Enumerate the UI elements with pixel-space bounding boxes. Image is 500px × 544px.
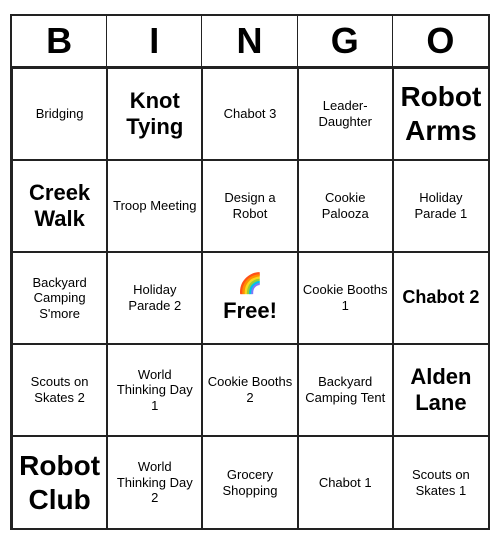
bingo-cell: Backyard Camping S'more bbox=[12, 252, 107, 344]
cell-text: Chabot 2 bbox=[402, 287, 479, 309]
header-letter: B bbox=[12, 16, 107, 66]
cell-text: Bridging bbox=[36, 106, 84, 122]
cell-text: Scouts on Skates 2 bbox=[17, 374, 102, 405]
cell-text: Cookie Booths 2 bbox=[207, 374, 292, 405]
header-letter: O bbox=[393, 16, 488, 66]
cell-text: Cookie Palooza bbox=[303, 190, 388, 221]
bingo-cell: Scouts on Skates 1 bbox=[393, 436, 488, 528]
cell-text: Creek Walk bbox=[17, 180, 102, 233]
bingo-cell: Grocery Shopping bbox=[202, 436, 297, 528]
cell-text: Holiday Parade 2 bbox=[112, 282, 197, 313]
bingo-cell: Chabot 3 bbox=[202, 68, 297, 160]
bingo-cell: Design a Robot bbox=[202, 160, 297, 252]
cell-text: Robot Arms bbox=[398, 80, 484, 147]
bingo-cell: Leader-Daughter bbox=[298, 68, 393, 160]
bingo-cell: World Thinking Day 1 bbox=[107, 344, 202, 436]
bingo-grid: Bridging Knot Tying Chabot 3 Leader-Daughte… bbox=[12, 68, 488, 528]
bingo-card: BINGO Bridging Knot Tying Chabot 3 Leader-D… bbox=[10, 14, 490, 530]
bingo-cell: Holiday Parade 1 bbox=[393, 160, 488, 252]
cell-text: Knot Tying bbox=[112, 88, 197, 141]
cell-text: Chabot 3 bbox=[224, 106, 277, 122]
cell-text: Alden Lane bbox=[398, 364, 484, 417]
cell-text: Scouts on Skates 1 bbox=[398, 467, 484, 498]
bingo-cell: Backyard Camping Tent bbox=[298, 344, 393, 436]
bingo-cell: Knot Tying bbox=[107, 68, 202, 160]
bingo-cell: 🌈Free! bbox=[202, 252, 297, 344]
cell-text: Grocery Shopping bbox=[207, 467, 292, 498]
bingo-cell: Bridging bbox=[12, 68, 107, 160]
cell-text: World Thinking Day 2 bbox=[112, 459, 197, 506]
cell-text: Troop Meeting bbox=[113, 198, 196, 214]
bingo-cell: Holiday Parade 2 bbox=[107, 252, 202, 344]
bingo-cell: World Thinking Day 2 bbox=[107, 436, 202, 528]
bingo-cell: Robot Club bbox=[12, 436, 107, 528]
cell-text: Design a Robot bbox=[207, 190, 292, 221]
cell-text: Holiday Parade 1 bbox=[398, 190, 484, 221]
cell-text: Backyard Camping S'more bbox=[17, 275, 102, 322]
bingo-header: BINGO bbox=[12, 16, 488, 68]
cell-text: Backyard Camping Tent bbox=[303, 374, 388, 405]
bingo-cell: Cookie Palooza bbox=[298, 160, 393, 252]
bingo-cell: Cookie Booths 2 bbox=[202, 344, 297, 436]
rainbow-icon: 🌈 bbox=[238, 272, 263, 296]
cell-text: Cookie Booths 1 bbox=[303, 282, 388, 313]
bingo-cell: Chabot 2 bbox=[393, 252, 488, 344]
cell-text: Robot Club bbox=[17, 449, 102, 516]
bingo-cell: Scouts on Skates 2 bbox=[12, 344, 107, 436]
free-text: Free! bbox=[223, 298, 277, 324]
bingo-cell: Chabot 1 bbox=[298, 436, 393, 528]
header-letter: N bbox=[202, 16, 297, 66]
bingo-cell: Alden Lane bbox=[393, 344, 488, 436]
cell-text: Chabot 1 bbox=[319, 475, 372, 491]
header-letter: G bbox=[298, 16, 393, 66]
header-letter: I bbox=[107, 16, 202, 66]
bingo-cell: Creek Walk bbox=[12, 160, 107, 252]
cell-text: World Thinking Day 1 bbox=[112, 367, 197, 414]
cell-text: Leader-Daughter bbox=[303, 98, 388, 129]
bingo-cell: Robot Arms bbox=[393, 68, 488, 160]
bingo-cell: Troop Meeting bbox=[107, 160, 202, 252]
bingo-cell: Cookie Booths 1 bbox=[298, 252, 393, 344]
